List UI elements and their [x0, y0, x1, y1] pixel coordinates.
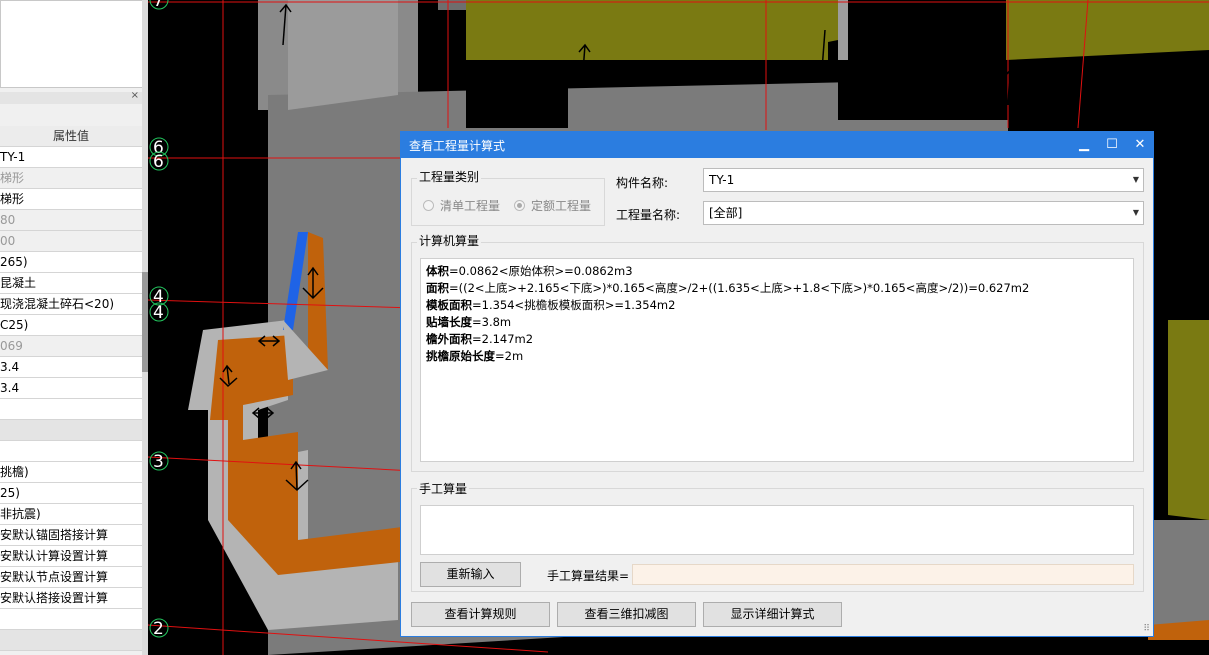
property-row[interactable]: 265) [0, 252, 142, 273]
calc-line: 挑檐原始长度=2m [426, 348, 1128, 365]
radio-quota-quantity[interactable]: 定额工程量 [514, 197, 591, 214]
calc-line-name: 体积 [426, 264, 449, 278]
chevron-down-icon[interactable]: ▼ [1133, 202, 1139, 224]
dialog-titlebar[interactable]: 查看工程量计算式 ▁ ☐ ✕ [401, 132, 1153, 158]
view-rules-button[interactable]: 查看计算规则 [411, 602, 550, 627]
property-row[interactable]: 梯形 [0, 189, 142, 210]
calc-line-expr: =2.147m2 [472, 332, 534, 346]
radio-circle-icon [423, 200, 434, 211]
close-icon[interactable]: × [131, 90, 139, 101]
computer-calc-label: 计算机算量 [417, 232, 482, 249]
radio-selected-icon [514, 200, 525, 211]
component-select[interactable]: TY-1 ▼ [703, 168, 1144, 192]
property-row[interactable] [0, 630, 142, 651]
radio-list-quantity[interactable]: 清单工程量 [423, 197, 500, 214]
property-row[interactable]: 安默认搭接设置计算 [0, 588, 142, 609]
property-row[interactable]: 安默认锚固搭接计算 [0, 525, 142, 546]
property-value-header: 属性值 [0, 126, 142, 147]
axis-label: 6 [153, 152, 164, 172]
axis-label: 7 [153, 0, 164, 11]
property-row[interactable] [0, 609, 142, 630]
maximize-icon[interactable]: ☐ [1103, 136, 1121, 154]
manual-result-field [632, 564, 1134, 585]
calc-formula-text[interactable]: 体积=0.0862<原始体积>=0.0862m3 面积=((2<上底>+2.165… [420, 258, 1134, 462]
radio-list-label: 清单工程量 [440, 199, 501, 213]
property-row[interactable]: 00 [0, 231, 142, 252]
property-panel: × 属性值 TY-1 梯形 梯形 80 00 265) 昆凝土 现浇混凝土碎石<20) C25)… [0, 0, 148, 655]
reenter-button[interactable]: 重新输入 [420, 562, 521, 587]
property-row[interactable]: 昆凝土 [0, 273, 142, 294]
axis-label: 2 [153, 619, 164, 639]
calc-line-name: 贴墙长度 [426, 315, 472, 329]
property-row[interactable]: 梯形 [0, 168, 142, 189]
component-list-box[interactable] [0, 0, 144, 88]
property-row[interactable]: 069 [0, 336, 142, 357]
view-3d-deduction-button[interactable]: 查看三维扣减图 [557, 602, 696, 627]
axis-marker: 7 [149, 0, 169, 11]
calc-line: 檐外面积=2.147m2 [426, 331, 1128, 348]
property-table: 属性值 TY-1 梯形 梯形 80 00 265) 昆凝土 现浇混凝土碎石<20) C25) 06… [0, 126, 142, 651]
calc-line-expr: =3.8m [472, 315, 512, 329]
property-row[interactable]: C25) [0, 315, 142, 336]
show-detailed-formula-button[interactable]: 显示详细计算式 [703, 602, 842, 627]
calc-line-name: 檐外面积 [426, 332, 472, 346]
dialog-title: 查看工程量计算式 [409, 139, 506, 153]
radio-quota-label: 定额工程量 [531, 199, 592, 213]
close-icon[interactable]: ✕ [1131, 136, 1149, 154]
calc-line-name: 面积 [426, 281, 449, 295]
calc-line-expr: =((2<上底>+2.165<下底>)*0.165<高度>/2+((1.635<… [449, 281, 1030, 295]
calc-line: 模板面积=1.354<挑檐板模板面积>=1.354m2 [426, 297, 1128, 314]
axis-marker: 4 [149, 302, 169, 323]
property-row[interactable]: 3.4 [0, 357, 142, 378]
property-row[interactable] [0, 399, 142, 420]
minimize-icon[interactable]: ▁ [1075, 136, 1093, 154]
quantity-name-label: 工程量名称: [616, 208, 681, 222]
property-row[interactable]: TY-1 [0, 147, 142, 168]
axis-marker: 3 [149, 451, 169, 472]
calc-line-name: 挑檐原始长度 [426, 349, 495, 363]
component-value: TY-1 [709, 173, 735, 187]
axis-marker: 2 [149, 618, 169, 639]
property-row[interactable]: 非抗震) [0, 504, 142, 525]
property-row[interactable]: 80 [0, 210, 142, 231]
property-row[interactable] [0, 441, 142, 462]
axis-label: 3 [153, 452, 164, 472]
calc-line-name: 模板面积 [426, 298, 472, 312]
calc-line-expr: =0.0862<原始体积>=0.0862m3 [449, 264, 633, 278]
calc-line: 体积=0.0862<原始体积>=0.0862m3 [426, 263, 1128, 280]
quantity-name-value: [全部] [709, 206, 743, 220]
manual-calc-input[interactable] [420, 505, 1134, 555]
property-row[interactable]: 安默认计算设置计算 [0, 546, 142, 567]
calc-line: 面积=((2<上底>+2.165<下底>)*0.165<高度>/2+((1.63… [426, 280, 1128, 297]
axis-label: 4 [153, 303, 164, 323]
manual-result-label: 手工算量结果= [547, 569, 630, 583]
property-row[interactable]: 安默认节点设置计算 [0, 567, 142, 588]
property-row[interactable]: 现浇混凝土碎石<20) [0, 294, 142, 315]
property-row[interactable]: 25) [0, 483, 142, 504]
calc-formula-dialog: 查看工程量计算式 ▁ ☐ ✕ 工程量类别 清单工程量 定额工程量 构件名称: T… [400, 131, 1154, 637]
property-panel-titlebar: × [0, 90, 142, 104]
property-row[interactable]: 挑檐) [0, 462, 142, 483]
category-group-label: 工程量类别 [417, 168, 482, 185]
quantity-name-select[interactable]: [全部] ▼ [703, 201, 1144, 225]
manual-calc-label: 手工算量 [417, 480, 470, 497]
property-row[interactable] [0, 420, 142, 441]
calc-line: 贴墙长度=3.8m [426, 314, 1128, 331]
resize-grip-icon[interactable]: ⠿ [1143, 624, 1150, 634]
axis-marker: 6 [149, 151, 169, 172]
chevron-down-icon[interactable]: ▼ [1133, 169, 1139, 191]
property-row[interactable]: 3.4 [0, 378, 142, 399]
component-label: 构件名称: [616, 176, 669, 190]
calc-line-expr: =2m [495, 349, 524, 363]
calc-line-expr: =1.354<挑檐板模板面积>=1.354m2 [472, 298, 676, 312]
